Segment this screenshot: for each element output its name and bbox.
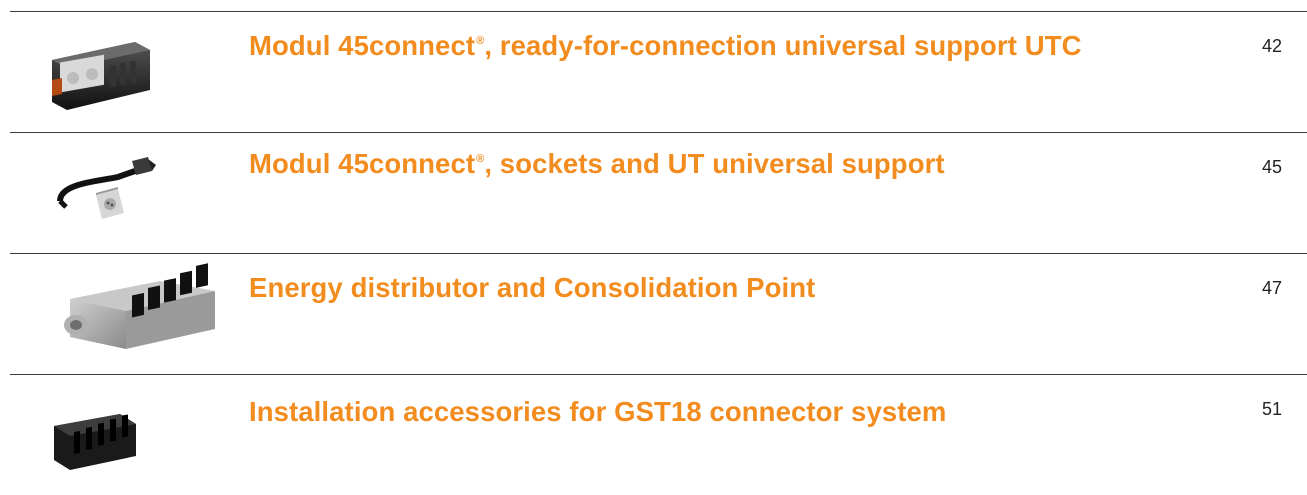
toc-entry-title[interactable]: Modul 45connect®, ready-for-connection u… bbox=[249, 30, 1082, 62]
toc-entry-title[interactable]: Energy distributor and Consolidation Poi… bbox=[249, 272, 815, 304]
gst18-connector-product-image bbox=[40, 390, 230, 490]
socket-cable-product-image bbox=[40, 143, 230, 243]
toc-entry[interactable]: Energy distributor and Consolidation Poi… bbox=[0, 254, 1307, 374]
toc-entry-title[interactable]: Modul 45connect®, sockets and UT univers… bbox=[249, 148, 945, 180]
toc-entry[interactable]: Modul 45connect®, sockets and UT univers… bbox=[0, 133, 1307, 253]
toc-entry-title[interactable]: Installation accessories for GST18 conne… bbox=[249, 396, 946, 428]
utc-support-product-image bbox=[40, 20, 230, 120]
toc-entry[interactable]: Modul 45connect®, ready-for-connection u… bbox=[0, 12, 1307, 132]
page-number: 51 bbox=[1262, 399, 1283, 419]
energy-distributor-product-image bbox=[40, 259, 230, 359]
toc-entry[interactable]: Installation accessories for GST18 conne… bbox=[0, 375, 1307, 495]
page-number: 45 bbox=[1262, 157, 1283, 177]
page-number: 47 bbox=[1262, 278, 1283, 298]
page-number: 42 bbox=[1262, 36, 1283, 56]
